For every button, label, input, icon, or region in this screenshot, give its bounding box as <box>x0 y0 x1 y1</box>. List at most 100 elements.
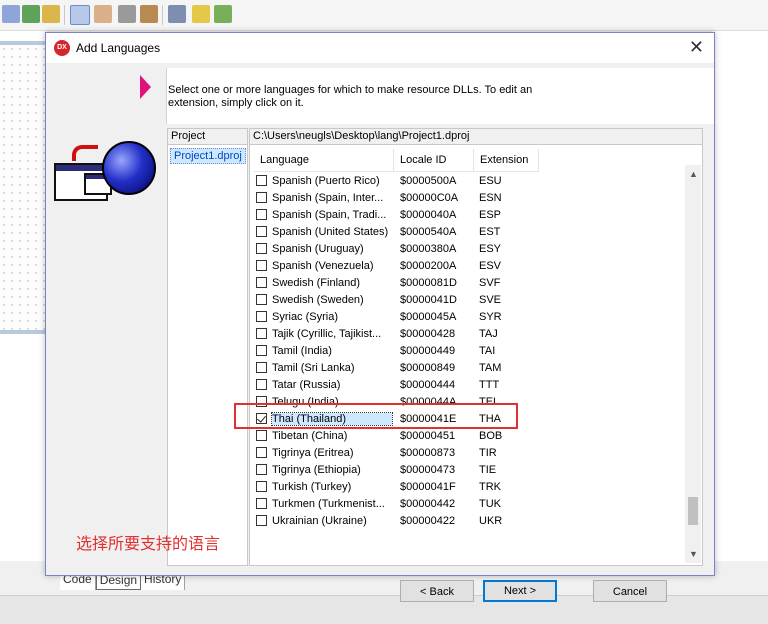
language-checkbox[interactable] <box>256 379 267 390</box>
extension[interactable]: TRK <box>479 481 501 493</box>
language-name[interactable]: Spanish (Spain, Tradi... <box>272 209 392 221</box>
language-row[interactable]: Turkish (Turkey) $0000041F TRK <box>254 478 679 495</box>
project-list: Project1.dproj <box>167 144 248 566</box>
language-row[interactable]: Swedish (Sweden) $0000041D SVE <box>254 291 679 308</box>
extension[interactable]: ESU <box>479 175 502 187</box>
extension[interactable]: ESP <box>479 209 501 221</box>
language-checkbox[interactable] <box>256 294 267 305</box>
language-name[interactable]: Tamil (Sri Lanka) <box>272 362 392 374</box>
next-button[interactable]: Next > <box>483 580 557 602</box>
column-header-extension[interactable]: Extension <box>474 149 539 171</box>
language-name[interactable]: Tibetan (China) <box>272 430 392 442</box>
language-checkbox[interactable] <box>256 311 267 322</box>
language-row[interactable]: Spanish (United States) $0000540A EST <box>254 223 679 240</box>
language-row[interactable]: Spanish (Venezuela) $0000200A ESV <box>254 257 679 274</box>
language-checkbox[interactable] <box>256 209 267 220</box>
toolbar-icon-4[interactable] <box>70 5 90 25</box>
language-name[interactable]: Tigrinya (Eritrea) <box>272 447 392 459</box>
language-row[interactable]: Tibetan (China) $00000451 BOB <box>254 427 679 444</box>
language-row[interactable]: Ukrainian (Ukraine) $00000422 UKR <box>254 512 679 529</box>
language-checkbox[interactable] <box>256 243 267 254</box>
language-name[interactable]: Tatar (Russia) <box>272 379 392 391</box>
language-name[interactable]: Syriac (Syria) <box>272 311 392 323</box>
language-row[interactable]: Spanish (Uruguay) $0000380A ESY <box>254 240 679 257</box>
language-row[interactable]: Spanish (Spain, Tradi... $0000040A ESP <box>254 206 679 223</box>
toolbar-icon-2[interactable] <box>22 5 40 23</box>
dialog-titlebar[interactable]: DX Add Languages ✕ <box>46 33 714 63</box>
language-row[interactable]: Tamil (Sri Lanka) $00000849 TAM <box>254 359 679 376</box>
language-checkbox[interactable] <box>256 226 267 237</box>
extension[interactable]: TAJ <box>479 328 498 340</box>
language-row[interactable]: Tigrinya (Eritrea) $00000873 TIR <box>254 444 679 461</box>
extension[interactable]: UKR <box>479 515 502 527</box>
language-row[interactable]: Tigrinya (Ethiopia) $00000473 TIE <box>254 461 679 478</box>
cancel-button[interactable]: Cancel <box>593 580 667 602</box>
language-row[interactable]: Spanish (Puerto Rico) $0000500A ESU <box>254 172 679 189</box>
toolbar-icon-9[interactable] <box>192 5 210 23</box>
toolbar-icon-5[interactable] <box>94 5 112 23</box>
extension[interactable]: ESY <box>479 243 501 255</box>
extension[interactable]: TTT <box>479 379 499 391</box>
extension[interactable]: TAM <box>479 362 501 374</box>
language-name[interactable]: Turkish (Turkey) <box>272 481 392 493</box>
language-checkbox[interactable] <box>256 498 267 509</box>
extension[interactable]: BOB <box>479 430 502 442</box>
extension[interactable]: TIE <box>479 464 496 476</box>
language-row[interactable]: Turkmen (Turkmenist... $00000442 TUK <box>254 495 679 512</box>
language-checkbox[interactable] <box>256 481 267 492</box>
toolbar-icon-1[interactable] <box>2 5 20 23</box>
language-name[interactable]: Spanish (Venezuela) <box>272 260 392 272</box>
column-header-language[interactable]: Language <box>254 149 394 171</box>
extension[interactable]: TIR <box>479 447 497 459</box>
language-row[interactable]: Tamil (India) $00000449 TAI <box>254 342 679 359</box>
language-name[interactable]: Ukrainian (Ukraine) <box>272 515 392 527</box>
language-row[interactable]: Swedish (Finland) $0000081D SVF <box>254 274 679 291</box>
language-name[interactable]: Spanish (Uruguay) <box>272 243 392 255</box>
scroll-down-icon[interactable]: ▼ <box>689 549 698 559</box>
language-checkbox[interactable] <box>256 362 267 373</box>
close-icon[interactable]: ✕ <box>689 38 704 56</box>
language-name[interactable]: Swedish (Sweden) <box>272 294 392 306</box>
language-name[interactable]: Turkmen (Turkmenist... <box>272 498 392 510</box>
toolbar-icon-8[interactable] <box>168 5 186 23</box>
language-checkbox[interactable] <box>256 345 267 356</box>
language-name[interactable]: Spanish (Spain, Inter... <box>272 192 392 204</box>
language-checkbox[interactable] <box>256 260 267 271</box>
back-button[interactable]: < Back <box>400 580 474 602</box>
language-checkbox[interactable] <box>256 430 267 441</box>
language-checkbox[interactable] <box>256 192 267 203</box>
toolbar-icon-10[interactable] <box>214 5 232 23</box>
extension[interactable]: ESV <box>479 260 501 272</box>
language-checkbox[interactable] <box>256 328 267 339</box>
language-name[interactable]: Spanish (Puerto Rico) <box>272 175 392 187</box>
toolbar-icon-7[interactable] <box>140 5 158 23</box>
extension[interactable]: TAI <box>479 345 495 357</box>
language-checkbox[interactable] <box>256 464 267 475</box>
language-row[interactable]: Tatar (Russia) $00000444 TTT <box>254 376 679 393</box>
language-name[interactable]: Tamil (India) <box>272 345 392 357</box>
list-scrollbar[interactable]: ▲ ▼ <box>685 165 701 563</box>
extension[interactable]: ESN <box>479 192 502 204</box>
extension[interactable]: EST <box>479 226 500 238</box>
toolbar-icon-6[interactable] <box>118 5 136 23</box>
language-checkbox[interactable] <box>256 277 267 288</box>
extension[interactable]: TUK <box>479 498 501 510</box>
language-row[interactable]: Tajik (Cyrillic, Tajikist... $00000428 TAJ <box>254 325 679 342</box>
scroll-thumb[interactable] <box>688 497 698 525</box>
project-list-item[interactable]: Project1.dproj <box>170 148 246 164</box>
toolbar-icon-3[interactable] <box>42 5 60 23</box>
language-checkbox[interactable] <box>256 515 267 526</box>
language-name[interactable]: Spanish (United States) <box>272 226 392 238</box>
language-checkbox[interactable] <box>256 447 267 458</box>
language-checkbox[interactable] <box>256 175 267 186</box>
column-header-locale[interactable]: Locale ID <box>394 149 474 171</box>
language-name[interactable]: Tajik (Cyrillic, Tajikist... <box>272 328 392 340</box>
extension[interactable]: SVE <box>479 294 501 306</box>
language-row[interactable]: Syriac (Syria) $0000045A SYR <box>254 308 679 325</box>
extension[interactable]: SYR <box>479 311 502 323</box>
extension[interactable]: SVF <box>479 277 500 289</box>
language-row[interactable]: Spanish (Spain, Inter... $00000C0A ESN <box>254 189 679 206</box>
scroll-up-icon[interactable]: ▲ <box>689 169 698 179</box>
language-name[interactable]: Tigrinya (Ethiopia) <box>272 464 392 476</box>
language-name[interactable]: Swedish (Finland) <box>272 277 392 289</box>
